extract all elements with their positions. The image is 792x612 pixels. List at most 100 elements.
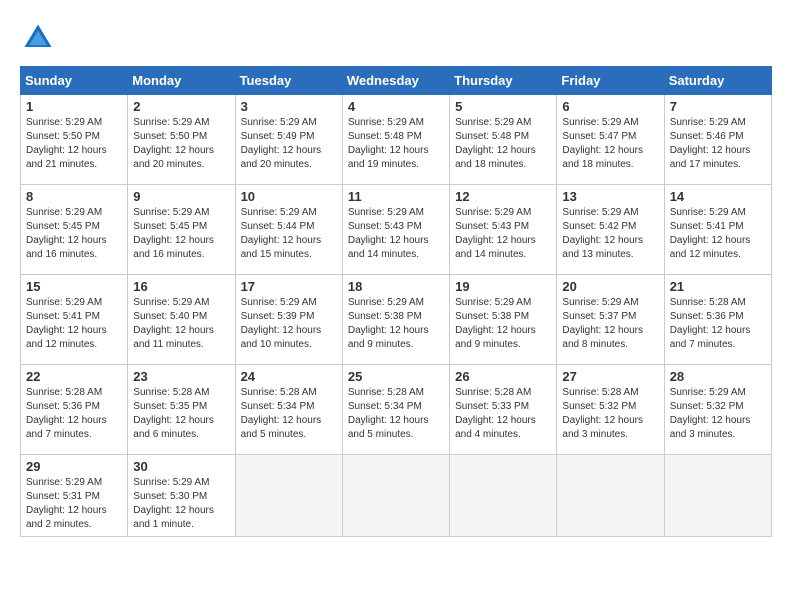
- calendar-week-row: 22 Sunrise: 5:28 AMSunset: 5:36 PMDaylig…: [21, 365, 772, 455]
- calendar-week-row: 1 Sunrise: 5:29 AMSunset: 5:50 PMDayligh…: [21, 95, 772, 185]
- day-number: 28: [670, 369, 766, 384]
- day-number: 2: [133, 99, 229, 114]
- day-number: 3: [241, 99, 337, 114]
- day-number: 25: [348, 369, 444, 384]
- day-info: Sunrise: 5:29 AMSunset: 5:41 PMDaylight:…: [670, 206, 766, 262]
- day-info: Sunrise: 5:29 AMSunset: 5:50 PMDaylight:…: [133, 116, 229, 172]
- page-header: [20, 20, 772, 56]
- day-info: Sunrise: 5:29 AMSunset: 5:32 PMDaylight:…: [670, 386, 766, 442]
- day-info: Sunrise: 5:28 AMSunset: 5:33 PMDaylight:…: [455, 386, 551, 442]
- day-info: Sunrise: 5:29 AMSunset: 5:50 PMDaylight:…: [26, 116, 122, 172]
- weekday-header: Saturday: [664, 67, 771, 95]
- calendar-cell: [664, 455, 771, 537]
- day-info: Sunrise: 5:29 AMSunset: 5:48 PMDaylight:…: [348, 116, 444, 172]
- calendar-cell: 23 Sunrise: 5:28 AMSunset: 5:35 PMDaylig…: [128, 365, 235, 455]
- day-info: Sunrise: 5:28 AMSunset: 5:34 PMDaylight:…: [348, 386, 444, 442]
- calendar-cell: 1 Sunrise: 5:29 AMSunset: 5:50 PMDayligh…: [21, 95, 128, 185]
- day-info: Sunrise: 5:29 AMSunset: 5:39 PMDaylight:…: [241, 296, 337, 352]
- day-number: 9: [133, 189, 229, 204]
- calendar-cell: 3 Sunrise: 5:29 AMSunset: 5:49 PMDayligh…: [235, 95, 342, 185]
- calendar-cell: 6 Sunrise: 5:29 AMSunset: 5:47 PMDayligh…: [557, 95, 664, 185]
- day-number: 21: [670, 279, 766, 294]
- calendar-cell: [235, 455, 342, 537]
- day-number: 19: [455, 279, 551, 294]
- calendar-cell: 29 Sunrise: 5:29 AMSunset: 5:31 PMDaylig…: [21, 455, 128, 537]
- weekday-header: Sunday: [21, 67, 128, 95]
- day-number: 27: [562, 369, 658, 384]
- calendar-cell: 15 Sunrise: 5:29 AMSunset: 5:41 PMDaylig…: [21, 275, 128, 365]
- day-number: 6: [562, 99, 658, 114]
- day-info: Sunrise: 5:29 AMSunset: 5:46 PMDaylight:…: [670, 116, 766, 172]
- calendar-cell: 21 Sunrise: 5:28 AMSunset: 5:36 PMDaylig…: [664, 275, 771, 365]
- calendar-cell: 2 Sunrise: 5:29 AMSunset: 5:50 PMDayligh…: [128, 95, 235, 185]
- day-number: 29: [26, 459, 122, 474]
- calendar-cell: 25 Sunrise: 5:28 AMSunset: 5:34 PMDaylig…: [342, 365, 449, 455]
- calendar-cell: 12 Sunrise: 5:29 AMSunset: 5:43 PMDaylig…: [450, 185, 557, 275]
- calendar-cell: 8 Sunrise: 5:29 AMSunset: 5:45 PMDayligh…: [21, 185, 128, 275]
- day-info: Sunrise: 5:29 AMSunset: 5:45 PMDaylight:…: [133, 206, 229, 262]
- day-info: Sunrise: 5:29 AMSunset: 5:31 PMDaylight:…: [26, 476, 122, 532]
- calendar-week-row: 15 Sunrise: 5:29 AMSunset: 5:41 PMDaylig…: [21, 275, 772, 365]
- weekday-header: Wednesday: [342, 67, 449, 95]
- day-number: 20: [562, 279, 658, 294]
- calendar-cell: 30 Sunrise: 5:29 AMSunset: 5:30 PMDaylig…: [128, 455, 235, 537]
- day-info: Sunrise: 5:29 AMSunset: 5:43 PMDaylight:…: [455, 206, 551, 262]
- day-number: 24: [241, 369, 337, 384]
- day-info: Sunrise: 5:29 AMSunset: 5:30 PMDaylight:…: [133, 476, 229, 532]
- day-info: Sunrise: 5:29 AMSunset: 5:44 PMDaylight:…: [241, 206, 337, 262]
- calendar-cell: [342, 455, 449, 537]
- day-number: 8: [26, 189, 122, 204]
- calendar-cell: 24 Sunrise: 5:28 AMSunset: 5:34 PMDaylig…: [235, 365, 342, 455]
- calendar-week-row: 29 Sunrise: 5:29 AMSunset: 5:31 PMDaylig…: [21, 455, 772, 537]
- weekday-header: Friday: [557, 67, 664, 95]
- day-number: 17: [241, 279, 337, 294]
- day-info: Sunrise: 5:28 AMSunset: 5:34 PMDaylight:…: [241, 386, 337, 442]
- logo: [20, 20, 62, 56]
- calendar-cell: 14 Sunrise: 5:29 AMSunset: 5:41 PMDaylig…: [664, 185, 771, 275]
- day-number: 12: [455, 189, 551, 204]
- calendar-cell: 4 Sunrise: 5:29 AMSunset: 5:48 PMDayligh…: [342, 95, 449, 185]
- day-info: Sunrise: 5:29 AMSunset: 5:42 PMDaylight:…: [562, 206, 658, 262]
- day-number: 18: [348, 279, 444, 294]
- day-info: Sunrise: 5:29 AMSunset: 5:38 PMDaylight:…: [348, 296, 444, 352]
- calendar-cell: [557, 455, 664, 537]
- day-number: 11: [348, 189, 444, 204]
- day-info: Sunrise: 5:28 AMSunset: 5:36 PMDaylight:…: [26, 386, 122, 442]
- day-number: 16: [133, 279, 229, 294]
- day-info: Sunrise: 5:29 AMSunset: 5:45 PMDaylight:…: [26, 206, 122, 262]
- calendar-cell: 16 Sunrise: 5:29 AMSunset: 5:40 PMDaylig…: [128, 275, 235, 365]
- day-number: 15: [26, 279, 122, 294]
- calendar-week-row: 8 Sunrise: 5:29 AMSunset: 5:45 PMDayligh…: [21, 185, 772, 275]
- weekday-header: Thursday: [450, 67, 557, 95]
- day-number: 4: [348, 99, 444, 114]
- day-info: Sunrise: 5:28 AMSunset: 5:32 PMDaylight:…: [562, 386, 658, 442]
- day-number: 13: [562, 189, 658, 204]
- logo-icon: [20, 20, 56, 56]
- calendar-cell: 9 Sunrise: 5:29 AMSunset: 5:45 PMDayligh…: [128, 185, 235, 275]
- day-info: Sunrise: 5:29 AMSunset: 5:49 PMDaylight:…: [241, 116, 337, 172]
- calendar-cell: 27 Sunrise: 5:28 AMSunset: 5:32 PMDaylig…: [557, 365, 664, 455]
- day-info: Sunrise: 5:29 AMSunset: 5:41 PMDaylight:…: [26, 296, 122, 352]
- day-number: 10: [241, 189, 337, 204]
- calendar-cell: 10 Sunrise: 5:29 AMSunset: 5:44 PMDaylig…: [235, 185, 342, 275]
- day-info: Sunrise: 5:29 AMSunset: 5:43 PMDaylight:…: [348, 206, 444, 262]
- calendar-cell: 11 Sunrise: 5:29 AMSunset: 5:43 PMDaylig…: [342, 185, 449, 275]
- weekday-header-row: SundayMondayTuesdayWednesdayThursdayFrid…: [21, 67, 772, 95]
- day-number: 30: [133, 459, 229, 474]
- calendar-cell: 17 Sunrise: 5:29 AMSunset: 5:39 PMDaylig…: [235, 275, 342, 365]
- day-info: Sunrise: 5:29 AMSunset: 5:47 PMDaylight:…: [562, 116, 658, 172]
- calendar-cell: 7 Sunrise: 5:29 AMSunset: 5:46 PMDayligh…: [664, 95, 771, 185]
- calendar-table: SundayMondayTuesdayWednesdayThursdayFrid…: [20, 66, 772, 537]
- calendar-cell: 26 Sunrise: 5:28 AMSunset: 5:33 PMDaylig…: [450, 365, 557, 455]
- day-number: 1: [26, 99, 122, 114]
- weekday-header: Tuesday: [235, 67, 342, 95]
- calendar-cell: 18 Sunrise: 5:29 AMSunset: 5:38 PMDaylig…: [342, 275, 449, 365]
- day-info: Sunrise: 5:29 AMSunset: 5:38 PMDaylight:…: [455, 296, 551, 352]
- day-number: 26: [455, 369, 551, 384]
- calendar-cell: 19 Sunrise: 5:29 AMSunset: 5:38 PMDaylig…: [450, 275, 557, 365]
- day-number: 7: [670, 99, 766, 114]
- calendar-cell: 28 Sunrise: 5:29 AMSunset: 5:32 PMDaylig…: [664, 365, 771, 455]
- day-info: Sunrise: 5:28 AMSunset: 5:35 PMDaylight:…: [133, 386, 229, 442]
- calendar-cell: 20 Sunrise: 5:29 AMSunset: 5:37 PMDaylig…: [557, 275, 664, 365]
- calendar-cell: 5 Sunrise: 5:29 AMSunset: 5:48 PMDayligh…: [450, 95, 557, 185]
